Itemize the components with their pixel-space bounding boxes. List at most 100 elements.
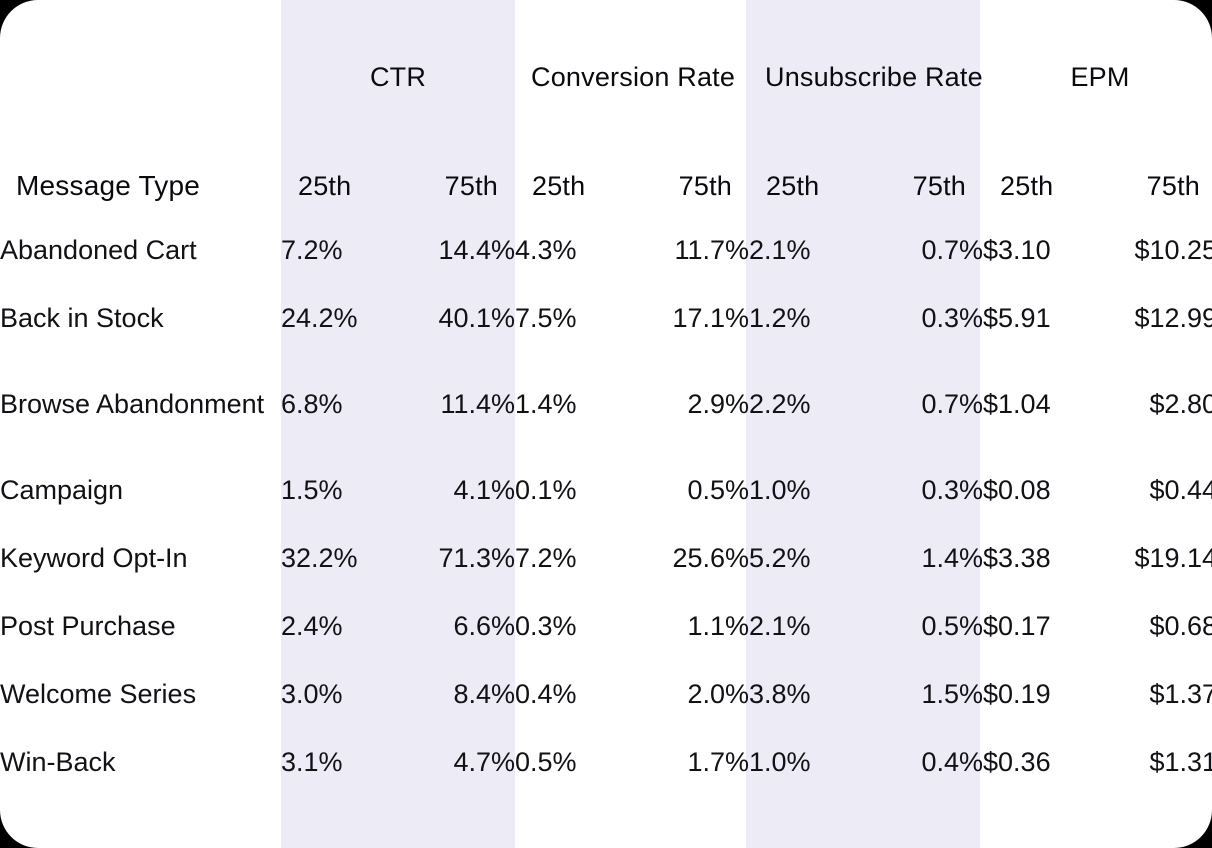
- table-body: Abandoned Cart 7.2% 14.4% 4.3% 11.7% 2.1…: [0, 217, 1212, 797]
- table-row: Back in Stock 24.2% 40.1% 7.5% 17.1% 1.2…: [0, 285, 1212, 353]
- cell-conversion-rate-25th: 1.4%: [515, 389, 577, 420]
- group-header-epm: EPM: [1070, 61, 1130, 92]
- row-label: Keyword Opt-In: [0, 543, 188, 574]
- cell-conversion-rate-75th: 17.1%: [672, 303, 750, 334]
- benchmark-metrics-table: CTR Conversion Rate Unsubscribe Rate EPM…: [0, 0, 1212, 797]
- cell-ctr-25th: 3.1%: [281, 747, 343, 778]
- column-header-unsubscribe-rate-75th: 75th: [912, 170, 967, 201]
- cell-ctr-25th: 7.2%: [281, 235, 343, 266]
- cell-epm-25th: $5.91: [983, 303, 1051, 334]
- cell-epm-75th: $1.31: [1149, 747, 1212, 778]
- cell-unsubscribe-rate-25th: 1.0%: [749, 747, 811, 778]
- cell-conversion-rate-75th: 0.5%: [687, 475, 750, 506]
- cell-unsubscribe-rate-25th: 1.2%: [749, 303, 811, 334]
- table-header: CTR Conversion Rate Unsubscribe Rate EPM…: [0, 0, 1212, 217]
- column-header-conversion-rate-75th: 75th: [678, 170, 733, 201]
- cell-unsubscribe-rate-25th: 5.2%: [749, 543, 811, 574]
- group-header-unsubscribe-rate: Unsubscribe Rate: [765, 61, 983, 92]
- cell-unsubscribe-rate-75th: 0.3%: [921, 475, 984, 506]
- column-header-ctr-75th: 75th: [444, 170, 498, 201]
- cell-conversion-rate-25th: 0.1%: [515, 475, 577, 506]
- group-header-ctr: CTR: [369, 61, 427, 92]
- group-header-row: CTR Conversion Rate Unsubscribe Rate EPM: [0, 0, 1212, 155]
- cell-unsubscribe-rate-75th: 0.7%: [921, 235, 984, 266]
- cell-unsubscribe-rate-25th: 2.2%: [749, 389, 811, 420]
- cell-conversion-rate-25th: 7.2%: [515, 543, 577, 574]
- cell-epm-75th: $0.44: [1149, 475, 1212, 506]
- cell-unsubscribe-rate-75th: 1.5%: [921, 679, 984, 710]
- row-label: Back in Stock: [0, 303, 164, 334]
- cell-ctr-75th: 4.1%: [453, 475, 515, 506]
- cell-ctr-25th: 24.2%: [281, 303, 358, 334]
- cell-conversion-rate-75th: 11.7%: [674, 235, 750, 266]
- cell-ctr-75th: 8.4%: [453, 679, 515, 710]
- cell-ctr-75th: 14.4%: [438, 235, 515, 266]
- cell-epm-25th: $0.19: [983, 679, 1051, 710]
- cell-epm-75th: $0.68: [1149, 611, 1212, 642]
- column-header-conversion-rate-25th: 25th: [532, 170, 586, 201]
- cell-unsubscribe-rate-25th: 3.8%: [749, 679, 811, 710]
- cell-epm-25th: $0.17: [983, 611, 1051, 642]
- cell-ctr-25th: 32.2%: [281, 543, 358, 574]
- cell-epm-25th: $0.36: [983, 747, 1051, 778]
- cell-epm-75th: $12.99: [1134, 303, 1212, 334]
- column-header-ctr-25th: 25th: [298, 170, 352, 201]
- cell-epm-75th: $2.80: [1149, 389, 1212, 420]
- cell-epm-75th: $10.25: [1134, 235, 1212, 266]
- cell-conversion-rate-25th: 0.5%: [515, 747, 577, 778]
- table-row: Post Purchase 2.4% 6.6% 0.3% 1.1% 2.1% 0…: [0, 593, 1212, 661]
- table-row: Keyword Opt-In 32.2% 71.3% 7.2% 25.6% 5.…: [0, 525, 1212, 593]
- cell-unsubscribe-rate-25th: 2.1%: [749, 235, 811, 266]
- cell-unsubscribe-rate-75th: 0.7%: [921, 389, 984, 420]
- cell-unsubscribe-rate-75th: 0.5%: [921, 611, 984, 642]
- row-label: Win-Back: [0, 747, 116, 778]
- row-label: Abandoned Cart: [0, 235, 197, 266]
- table-row: Win-Back 3.1% 4.7% 0.5% 1.7% 1.0% 0.4% $…: [0, 729, 1212, 797]
- column-header-unsubscribe-rate-25th: 25th: [766, 170, 820, 201]
- cell-epm-75th: $19.14: [1134, 543, 1212, 574]
- group-header-conversion-rate: Conversion Rate: [531, 61, 736, 92]
- cell-ctr-75th: 11.4%: [440, 389, 515, 420]
- column-header-epm-25th: 25th: [1000, 170, 1054, 201]
- cell-unsubscribe-rate-25th: 2.1%: [749, 611, 811, 642]
- cell-epm-25th: $1.04: [983, 389, 1051, 420]
- cell-conversion-rate-75th: 2.0%: [687, 679, 750, 710]
- cell-ctr-75th: 6.6%: [453, 611, 515, 642]
- cell-conversion-rate-75th: 1.1%: [687, 611, 750, 642]
- cell-epm-75th: $1.37: [1149, 679, 1212, 710]
- cell-epm-25th: $3.38: [983, 543, 1051, 574]
- column-header-message-type: Message Type: [16, 170, 200, 201]
- row-label: Welcome Series: [0, 679, 197, 710]
- cell-conversion-rate-75th: 1.7%: [687, 747, 750, 778]
- cell-ctr-75th: 4.7%: [453, 747, 515, 778]
- table-row: Campaign 1.5% 4.1% 0.1% 0.5% 1.0% 0.3% $…: [0, 457, 1212, 525]
- table-row: Welcome Series 3.0% 8.4% 0.4% 2.0% 3.8% …: [0, 661, 1212, 729]
- cell-conversion-rate-25th: 0.3%: [515, 611, 577, 642]
- row-label: Campaign: [0, 475, 124, 506]
- sub-header-row: Message Type 25th 75th 25th 75th 25th 75…: [0, 155, 1212, 217]
- column-header-epm-75th: 75th: [1146, 170, 1201, 201]
- cell-unsubscribe-rate-25th: 1.0%: [749, 475, 811, 506]
- cell-conversion-rate-25th: 0.4%: [515, 679, 577, 710]
- metrics-card: CTR Conversion Rate Unsubscribe Rate EPM…: [0, 0, 1212, 848]
- table-row: Abandoned Cart 7.2% 14.4% 4.3% 11.7% 2.1…: [0, 217, 1212, 285]
- row-label: Post Purchase: [0, 611, 176, 642]
- cell-conversion-rate-25th: 7.5%: [515, 303, 577, 334]
- cell-unsubscribe-rate-75th: 0.3%: [921, 303, 984, 334]
- cell-ctr-25th: 3.0%: [281, 679, 343, 710]
- cell-epm-25th: $3.10: [983, 235, 1051, 266]
- row-label: Browse Abandonment: [0, 389, 265, 420]
- group-header-blank: [0, 0, 281, 155]
- cell-unsubscribe-rate-75th: 1.4%: [921, 543, 984, 574]
- cell-conversion-rate-75th: 25.6%: [672, 543, 750, 574]
- cell-ctr-25th: 2.4%: [281, 611, 343, 642]
- cell-epm-25th: $0.08: [983, 475, 1051, 506]
- cell-ctr-25th: 1.5%: [281, 475, 343, 506]
- table-row: Browse Abandonment 6.8% 11.4% 1.4% 2.9% …: [0, 353, 1212, 457]
- cell-ctr-75th: 71.3%: [438, 543, 515, 574]
- cell-ctr-25th: 6.8%: [281, 389, 343, 420]
- cell-conversion-rate-25th: 4.3%: [515, 235, 577, 266]
- cell-unsubscribe-rate-75th: 0.4%: [921, 747, 984, 778]
- cell-conversion-rate-75th: 2.9%: [687, 389, 750, 420]
- cell-ctr-75th: 40.1%: [438, 303, 515, 334]
